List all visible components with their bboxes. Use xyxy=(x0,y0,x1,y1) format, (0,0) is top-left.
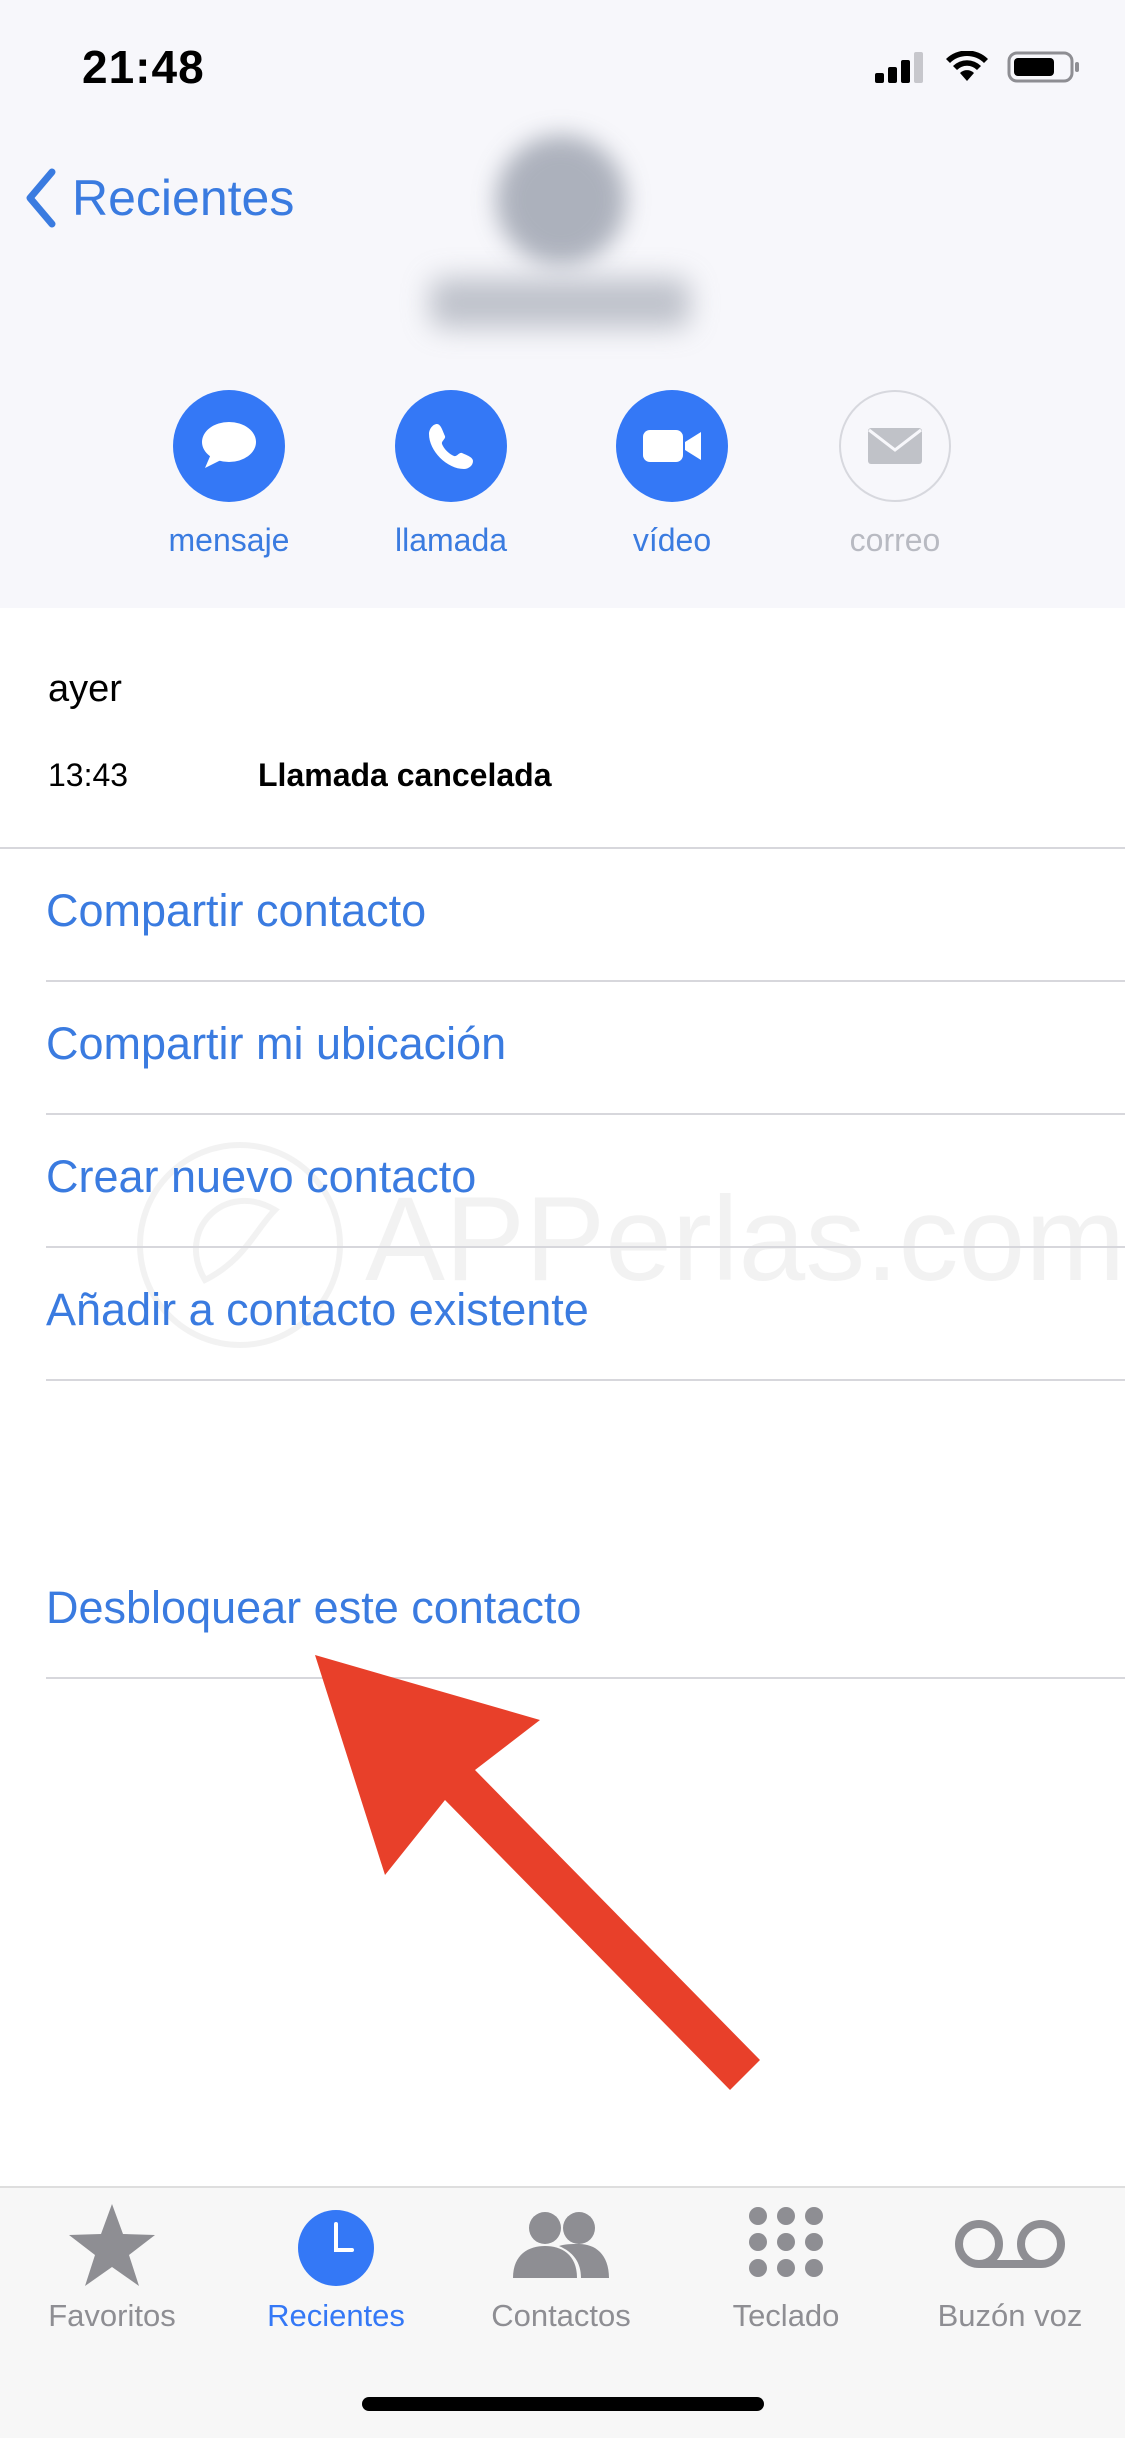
message-label: mensaje xyxy=(168,522,290,558)
contacts-icon xyxy=(513,2212,609,2278)
video-button[interactable] xyxy=(616,390,728,502)
call-label: llamada xyxy=(394,522,508,558)
tab-label: Buzón voz xyxy=(937,2298,1083,2333)
clock-icon xyxy=(298,2210,374,2286)
contact-name-blurred xyxy=(430,278,690,328)
phone-icon xyxy=(429,424,473,469)
status-time: 21:48 xyxy=(82,41,205,93)
video-camera-icon xyxy=(643,430,701,462)
wifi-icon xyxy=(946,51,988,81)
share-location-button[interactable]: Compartir mi ubicación xyxy=(46,1018,506,1070)
call-day: ayer xyxy=(48,668,122,710)
home-indicator[interactable] xyxy=(362,2397,764,2411)
keypad-icon xyxy=(749,2207,823,2277)
status-icons xyxy=(875,50,1081,84)
tab-label: Recientes xyxy=(267,2298,405,2333)
message-bubble-icon xyxy=(202,422,256,468)
message-action[interactable]: mensaje xyxy=(129,390,329,559)
video-label: vídeo xyxy=(632,522,712,558)
battery-icon xyxy=(1007,51,1079,83)
tab-label: Contactos xyxy=(491,2298,631,2333)
call-button[interactable] xyxy=(395,390,507,502)
divider xyxy=(0,847,1125,849)
mail-button xyxy=(839,390,951,502)
back-label: Recientes xyxy=(72,170,295,226)
call-action[interactable]: llamada xyxy=(351,390,551,559)
divider xyxy=(46,1246,1125,1248)
message-button[interactable] xyxy=(173,390,285,502)
divider xyxy=(46,1379,1125,1381)
back-button[interactable]: Recientes xyxy=(24,168,294,228)
avatar xyxy=(496,135,626,265)
tab-label: Favoritos xyxy=(48,2298,176,2333)
mail-action: correo xyxy=(795,390,995,559)
voicemail-icon xyxy=(955,2220,1065,2268)
create-contact-button[interactable]: Crear nuevo contacto xyxy=(46,1151,476,1203)
add-to-existing-contact-button[interactable]: Añadir a contacto existente xyxy=(46,1284,589,1336)
cellular-signal-icon xyxy=(875,52,923,83)
mail-label: correo xyxy=(849,522,941,558)
divider xyxy=(46,1113,1125,1115)
star-icon xyxy=(69,2204,155,2286)
call-time: 13:43 xyxy=(48,757,129,793)
unblock-contact-button[interactable]: Desbloquear este contacto xyxy=(46,1582,581,1634)
video-action[interactable]: vídeo xyxy=(572,390,772,559)
annotation-arrow xyxy=(315,1655,760,2090)
envelope-icon xyxy=(868,428,922,464)
share-contact-button[interactable]: Compartir contacto xyxy=(46,885,426,937)
call-status: Llamada cancelada xyxy=(258,757,552,793)
divider xyxy=(46,980,1125,982)
chevron-left-icon xyxy=(26,168,56,228)
tab-label: Teclado xyxy=(732,2298,840,2333)
